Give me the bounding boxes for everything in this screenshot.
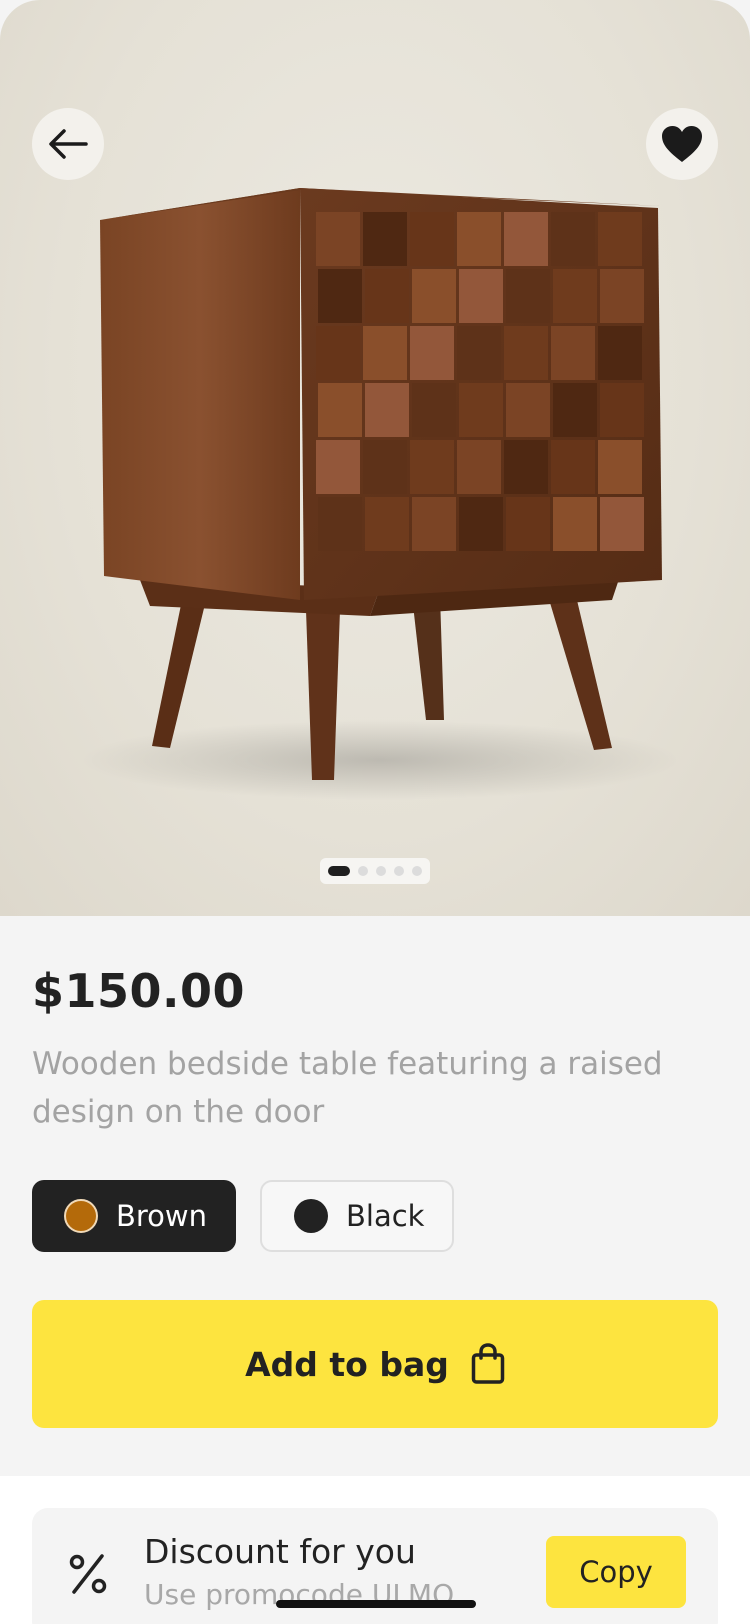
pager-dot[interactable] bbox=[328, 866, 350, 876]
color-option-black[interactable]: Black bbox=[260, 1180, 454, 1252]
drawer-block bbox=[365, 383, 409, 437]
drawer-block bbox=[551, 440, 595, 494]
add-to-bag-button[interactable]: Add to bag bbox=[32, 1300, 718, 1428]
home-indicator[interactable] bbox=[276, 1600, 476, 1608]
drawer-block bbox=[506, 497, 550, 551]
drawer-block bbox=[457, 440, 501, 494]
discount-title: Discount for you bbox=[144, 1532, 416, 1571]
pager-dot[interactable] bbox=[412, 866, 422, 876]
product-description: Wooden bedside table featuring a raised … bbox=[32, 1046, 663, 1130]
drawer-block bbox=[600, 497, 644, 551]
drawer-block bbox=[316, 440, 360, 494]
copy-label: Copy bbox=[579, 1555, 653, 1589]
drawer-block bbox=[553, 383, 597, 437]
drawer-block bbox=[598, 212, 642, 266]
shopping-bag-icon bbox=[471, 1343, 505, 1384]
color-label: Brown bbox=[116, 1199, 208, 1233]
drawer-block bbox=[365, 269, 409, 323]
drawer-block bbox=[598, 326, 642, 380]
drawer-block bbox=[410, 440, 454, 494]
arrow-left-icon bbox=[49, 129, 88, 159]
drawer-block bbox=[365, 497, 409, 551]
drawer-block bbox=[504, 326, 548, 380]
back-button[interactable] bbox=[32, 108, 104, 180]
drawer-block bbox=[504, 440, 548, 494]
drawer-block bbox=[600, 383, 644, 437]
color-swatch bbox=[64, 1199, 98, 1233]
drawer-block bbox=[506, 383, 550, 437]
color-label: Black bbox=[346, 1199, 425, 1233]
drawer-block bbox=[506, 269, 550, 323]
percent-icon bbox=[69, 1554, 107, 1594]
product-price: $150.00 bbox=[32, 964, 246, 1018]
drawer-block bbox=[457, 326, 501, 380]
image-pager[interactable] bbox=[320, 858, 430, 884]
pager-dot[interactable] bbox=[376, 866, 386, 876]
drawer-block bbox=[318, 269, 362, 323]
drawer-block bbox=[318, 383, 362, 437]
heart-icon bbox=[662, 126, 702, 162]
copy-promocode-button[interactable]: Copy bbox=[546, 1536, 686, 1608]
drawer-block bbox=[600, 269, 644, 323]
product-image bbox=[80, 188, 680, 800]
color-swatch bbox=[294, 1199, 328, 1233]
drawer-block bbox=[363, 326, 407, 380]
drawer-block bbox=[316, 326, 360, 380]
drawer-block bbox=[459, 269, 503, 323]
pager-dot[interactable] bbox=[394, 866, 404, 876]
product-image-gallery[interactable] bbox=[0, 0, 750, 916]
drawer-block bbox=[363, 212, 407, 266]
drawer-block bbox=[318, 497, 362, 551]
drawer-block bbox=[410, 212, 454, 266]
drawer-block bbox=[457, 212, 501, 266]
drawer-block bbox=[410, 326, 454, 380]
drawer-block bbox=[553, 497, 597, 551]
drawer-block bbox=[459, 383, 503, 437]
drawer-block bbox=[598, 440, 642, 494]
color-option-brown[interactable]: Brown bbox=[32, 1180, 236, 1252]
drawer-block bbox=[412, 497, 456, 551]
favorite-button[interactable] bbox=[646, 108, 718, 180]
drawer-block bbox=[363, 440, 407, 494]
drawer-block bbox=[553, 269, 597, 323]
drawer-block bbox=[412, 269, 456, 323]
drawer-block bbox=[551, 212, 595, 266]
drawer-block bbox=[459, 497, 503, 551]
drawer-block bbox=[412, 383, 456, 437]
add-to-bag-label: Add to bag bbox=[245, 1344, 449, 1384]
drawer-block bbox=[504, 212, 548, 266]
pager-dot[interactable] bbox=[358, 866, 368, 876]
drawer-block bbox=[316, 212, 360, 266]
drawer-block bbox=[551, 326, 595, 380]
